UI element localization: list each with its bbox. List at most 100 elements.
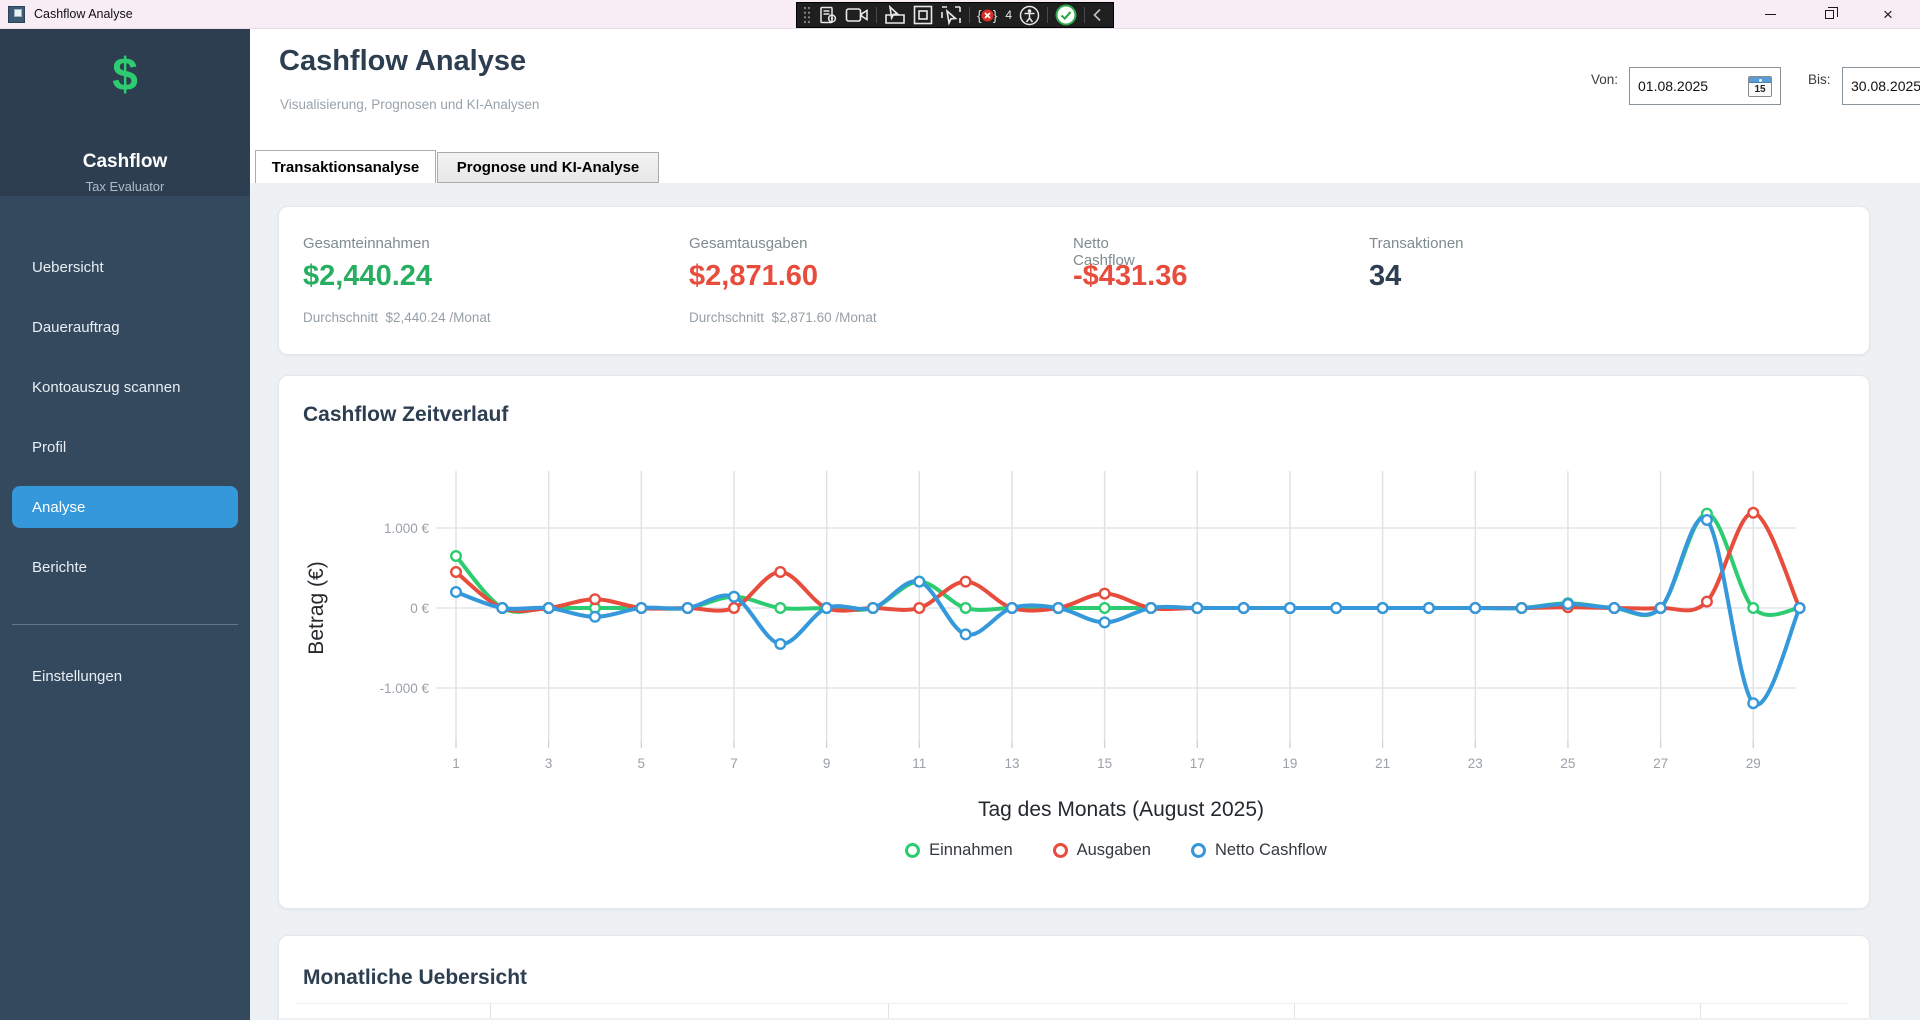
data-point-marker: [1285, 603, 1295, 613]
sidebar-item-berichte[interactable]: Berichte: [12, 546, 238, 588]
restore-button[interactable]: [1803, 0, 1855, 29]
summary-label: Transaktionen: [1369, 235, 1464, 252]
y-tick-label: 1.000 €: [384, 521, 430, 536]
data-point-marker: [961, 603, 971, 613]
x-tick-label: 3: [545, 756, 553, 771]
x-tick-label: 21: [1375, 756, 1390, 771]
data-point-marker: [776, 567, 786, 577]
data-point-marker: [1239, 603, 1249, 613]
tab-transaktionsanalyse[interactable]: Transaktionsanalyse: [255, 150, 436, 183]
bis-date-value: 30.08.2025: [1851, 78, 1920, 94]
x-axis-title: Tag des Monats (August 2025): [978, 798, 1264, 821]
summary-label: Gesamtausgaben: [689, 235, 807, 252]
data-point-marker: [1702, 597, 1712, 607]
data-point-marker: [776, 603, 786, 613]
legend-item-ausgaben[interactable]: Ausgaben: [1053, 841, 1151, 860]
data-point-marker: [1656, 603, 1666, 613]
legend-ring-icon: [1053, 843, 1068, 858]
toolbar-separator: [876, 7, 877, 23]
series-netto-cashflow: [451, 515, 1804, 708]
data-point-marker: [1146, 603, 1156, 613]
sidebar-item-kontoauszug-scannen[interactable]: Kontoauszug scannen: [12, 366, 238, 408]
sidebar-item-analyse[interactable]: Analyse: [12, 486, 238, 528]
sidebar-item-dauerauftrag[interactable]: Dauerauftrag: [12, 306, 238, 348]
data-point-marker: [590, 612, 600, 622]
data-point-marker: [1517, 603, 1527, 613]
toolbar-separator: [1047, 7, 1048, 23]
brand-tagline: Tax Evaluator: [0, 179, 250, 194]
accessibility-icon[interactable]: [1019, 4, 1040, 26]
data-point-marker: [1748, 508, 1758, 518]
von-date-input[interactable]: 01.08.2025 15: [1629, 67, 1781, 105]
legend-item-einnahmen[interactable]: Einnahmen: [905, 841, 1012, 860]
sidebar-item-uebersicht[interactable]: Uebersicht: [12, 246, 238, 288]
summary-label: Gesamteinnahmen: [303, 235, 430, 252]
collapse-chevron-icon[interactable]: [1092, 4, 1102, 26]
legend-ring-icon: [1191, 843, 1206, 858]
error-count: 4: [1005, 8, 1012, 22]
x-tick-label: 1: [452, 756, 460, 771]
page-title: Cashflow Analyse: [279, 45, 526, 78]
braces-error-badge-icon[interactable]: { }: [977, 4, 997, 26]
data-point-marker: [451, 587, 461, 597]
sidebar-item-profil[interactable]: Profil: [12, 426, 238, 468]
minimize-button[interactable]: [1744, 0, 1796, 29]
x-tick-label: 5: [638, 756, 646, 771]
summary-value: -$431.36: [1073, 260, 1188, 293]
legend-label: Netto Cashflow: [1215, 841, 1327, 860]
tab-prognose-ki-analyse[interactable]: Prognose und KI-Analyse: [437, 152, 659, 183]
status-check-icon[interactable]: [1055, 4, 1077, 26]
summary-value: $2,871.60: [689, 260, 818, 293]
x-tick-label: 29: [1746, 756, 1761, 771]
app-window: Cashflow Analyse {: [0, 0, 1920, 1020]
data-point-marker: [915, 577, 925, 587]
data-point-marker: [1424, 603, 1434, 613]
data-point-marker: [1192, 603, 1202, 613]
data-point-marker: [1609, 603, 1619, 613]
summary-value: 34: [1369, 260, 1401, 293]
brace-right: }: [993, 7, 998, 23]
pointer-capture-icon[interactable]: [884, 4, 906, 26]
log-settings-icon[interactable]: [818, 4, 838, 26]
data-point-marker: [915, 603, 925, 613]
region-capture-icon[interactable]: [913, 4, 933, 26]
minimize-icon: [1765, 14, 1776, 15]
data-point-marker: [1748, 698, 1758, 708]
data-point-marker: [1795, 603, 1805, 613]
legend-item-netto-cashflow[interactable]: Netto Cashflow: [1191, 841, 1327, 860]
sidebar-item-einstellungen[interactable]: Einstellungen: [12, 655, 238, 697]
y-axis-title: Betrag (€): [305, 561, 328, 654]
close-button[interactable]: ×: [1862, 0, 1914, 29]
data-point-marker: [822, 603, 832, 613]
calendar-icon[interactable]: 15: [1748, 76, 1772, 97]
chart-legend: Einnahmen Ausgaben Netto Cashflow: [436, 841, 1796, 860]
data-point-marker: [961, 630, 971, 640]
x-tick-label: 27: [1653, 756, 1668, 771]
data-point-marker: [683, 603, 693, 613]
content-area: Gesamteinnahmen $2,440.24 Durchschnitt $2,…: [250, 183, 1920, 1020]
y-tick-label: 0 €: [410, 601, 429, 616]
data-point-marker: [1100, 618, 1110, 628]
capture-toolbar: { } 4: [796, 2, 1114, 28]
data-point-marker: [590, 594, 600, 604]
titlebar: Cashflow Analyse {: [0, 0, 1920, 29]
summary-card: Gesamteinnahmen $2,440.24 Durchschnitt $2,…: [278, 206, 1870, 355]
data-point-marker: [1470, 603, 1480, 613]
close-icon: ×: [1883, 6, 1893, 23]
bis-date-input[interactable]: 30.08.2025 15: [1842, 67, 1920, 105]
restore-icon: [1825, 10, 1834, 19]
x-tick-label: 9: [823, 756, 831, 771]
x-tick-label: 17: [1190, 756, 1205, 771]
summary-average: Durchschnitt $2,440.24 /Monat: [303, 310, 491, 325]
chart-card: Cashflow Zeitverlauf 1.000 €0 €-1.000 €1…: [278, 375, 1870, 909]
summary-value: $2,440.24: [303, 260, 432, 293]
data-point-marker: [868, 603, 878, 613]
legend-label: Einnahmen: [929, 841, 1012, 860]
data-point-marker: [1563, 599, 1573, 609]
camera-icon[interactable]: [845, 4, 869, 26]
data-point-marker: [961, 577, 971, 587]
window-capture-icon[interactable]: [940, 4, 962, 26]
drag-handle-icon[interactable]: [803, 4, 811, 26]
series-line: [456, 518, 1800, 705]
von-label: Von:: [1591, 72, 1618, 87]
